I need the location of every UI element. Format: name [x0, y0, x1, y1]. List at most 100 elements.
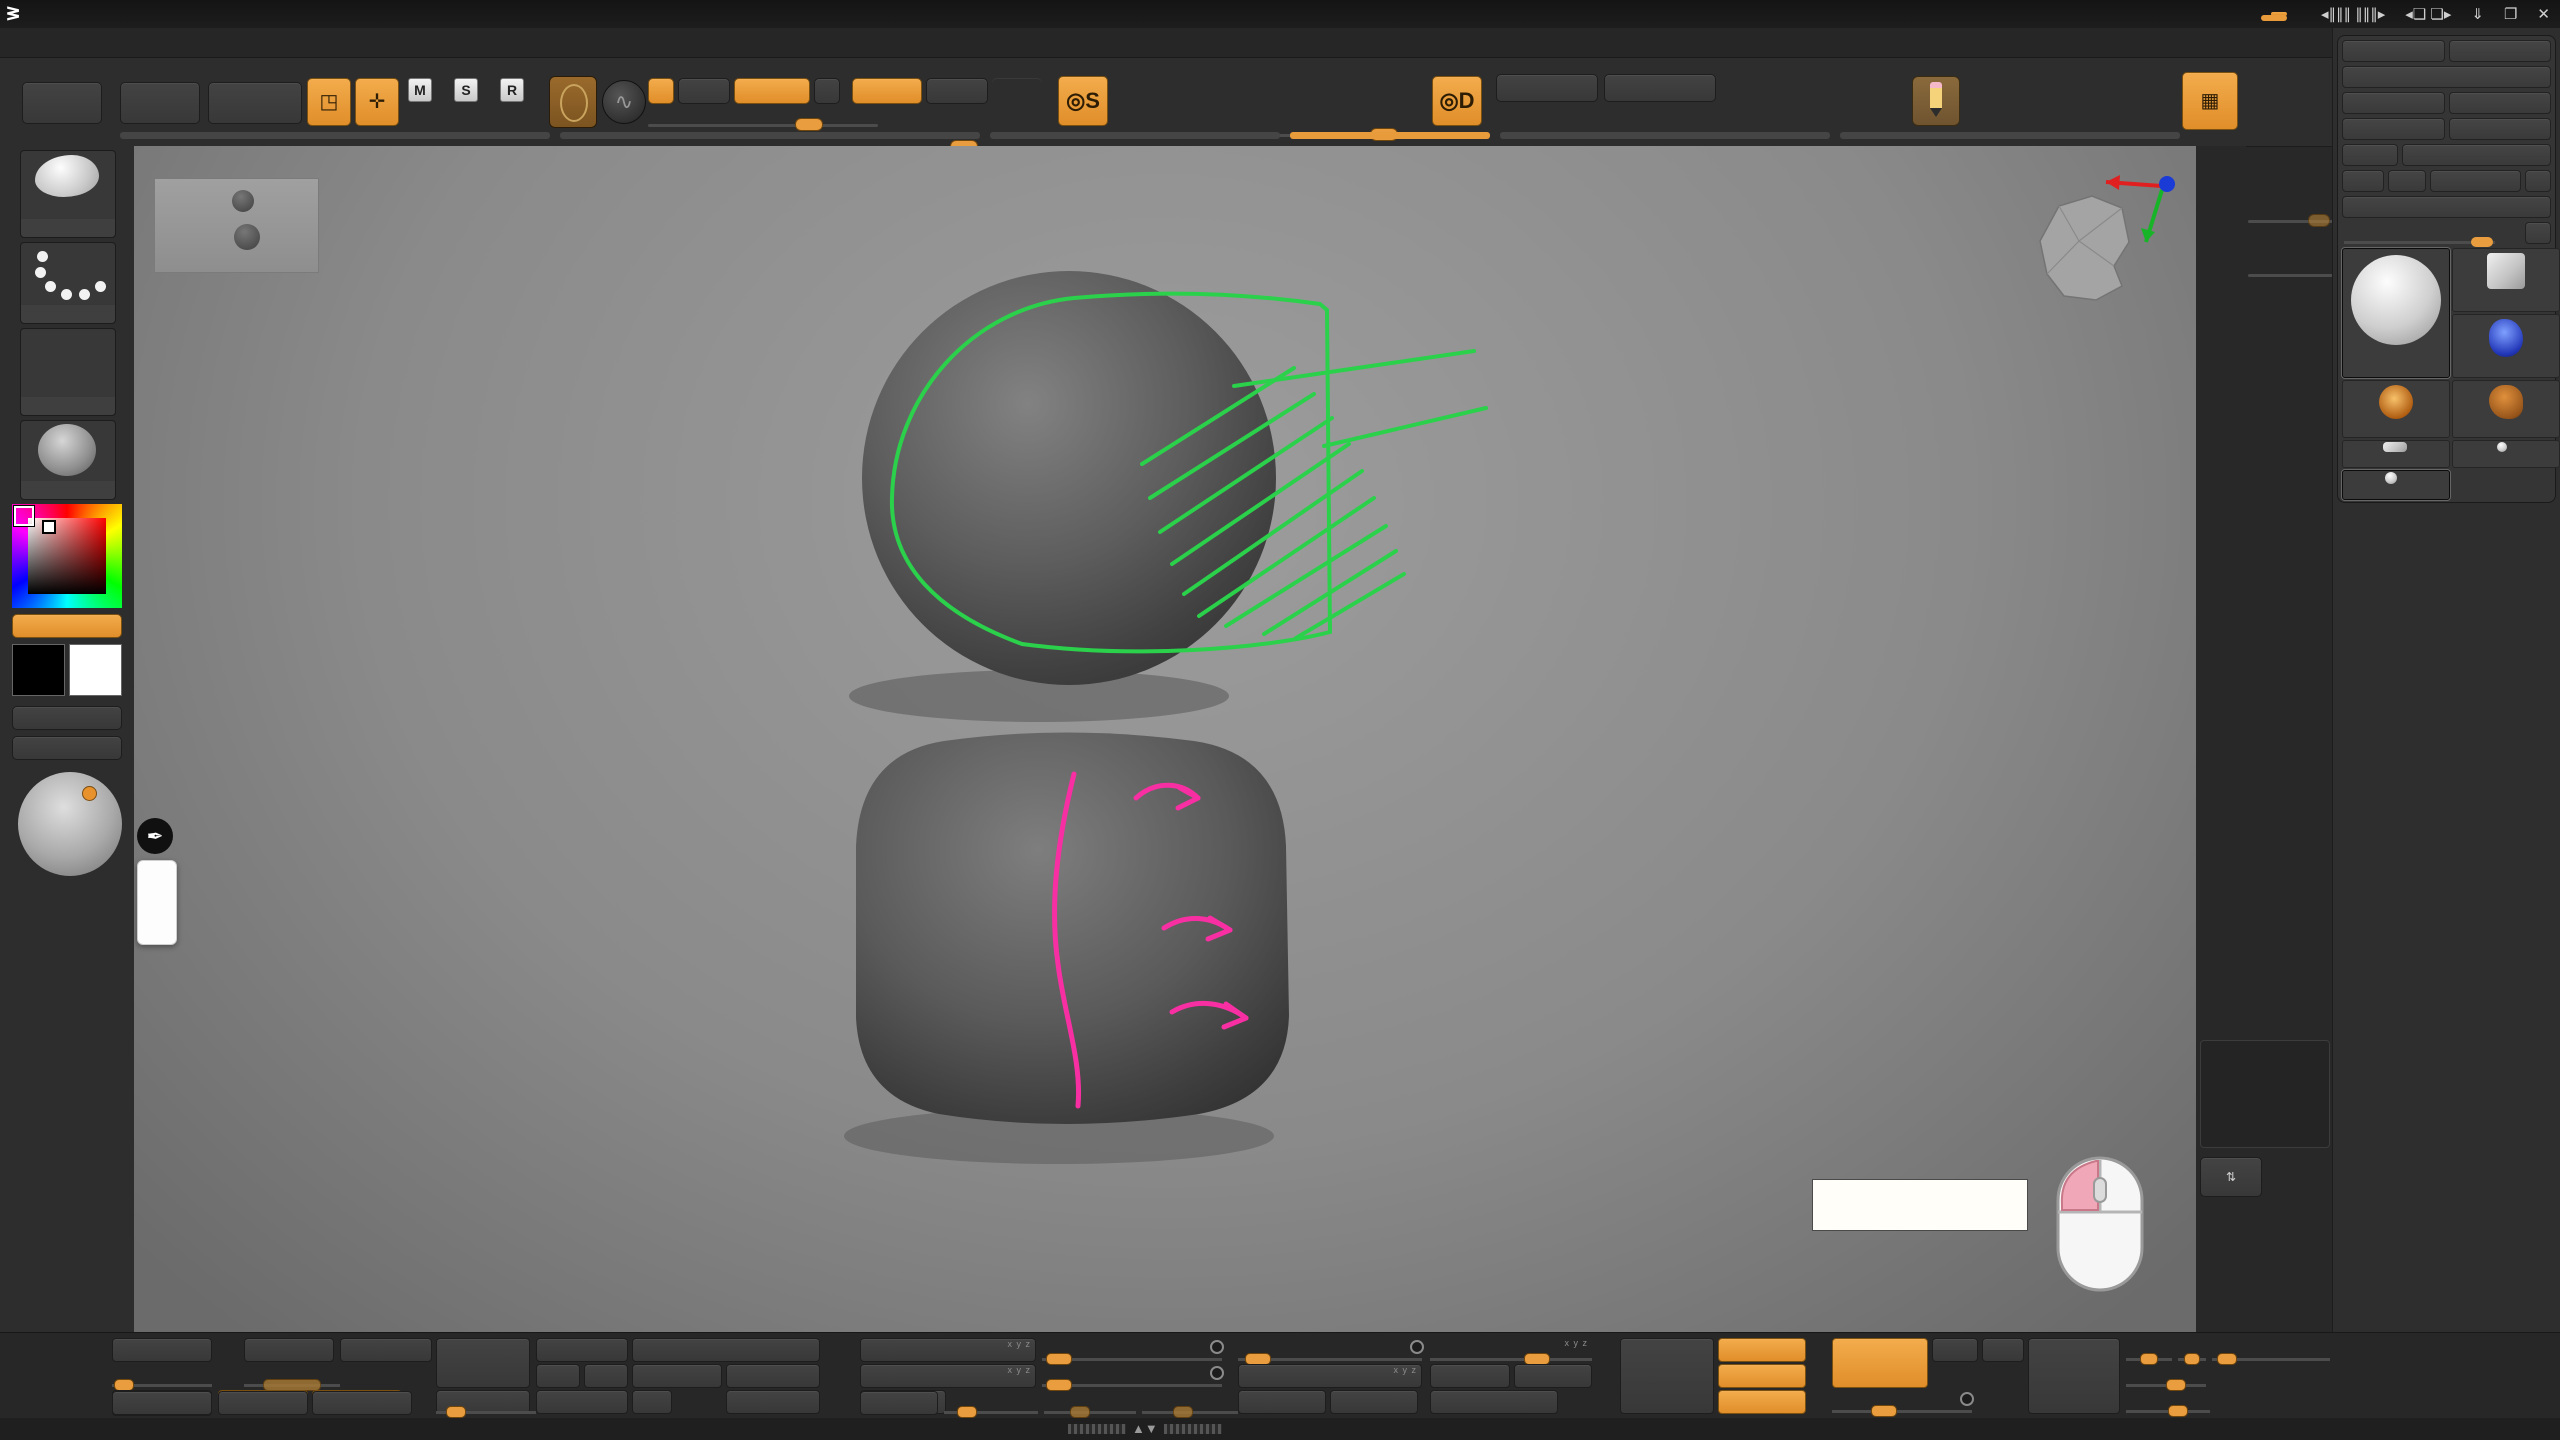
- goz-button[interactable]: [2342, 170, 2384, 192]
- m-button[interactable]: [814, 78, 840, 104]
- double-button[interactable]: [726, 1390, 820, 1414]
- rotate-button[interactable]: R: [500, 78, 524, 104]
- tray-divider[interactable]: [990, 132, 1280, 139]
- tool-r-button[interactable]: [2525, 222, 2551, 244]
- epic-pen-logo-icon[interactable]: ✒: [137, 818, 173, 854]
- tray-divider[interactable]: [560, 132, 980, 139]
- color-swatch[interactable]: [141, 881, 157, 896]
- tray-divider-active[interactable]: [1290, 132, 1490, 139]
- polish-by-groups-slider[interactable]: [1238, 1338, 1422, 1362]
- uv-button[interactable]: [632, 1390, 672, 1414]
- focal-shift-s-button[interactable]: ◎S: [1058, 76, 1108, 126]
- draw-size-d-button[interactable]: ◎D: [1432, 76, 1482, 126]
- inflate-slider[interactable]: x y z: [1430, 1338, 1592, 1362]
- dynamesh-button[interactable]: [1832, 1338, 1928, 1388]
- current-alpha-thumbnail[interactable]: [549, 76, 597, 128]
- save-as-button[interactable]: [2449, 40, 2552, 62]
- live-boolean-button[interactable]: [208, 82, 302, 124]
- texture-preview-frame[interactable]: [2200, 1040, 2330, 1148]
- surface-button[interactable]: [112, 1391, 212, 1415]
- load-tool-button[interactable]: [2342, 40, 2445, 62]
- roll-dist-slider[interactable]: [944, 1391, 1038, 1415]
- tool-thumb-active[interactable]: [2342, 248, 2450, 378]
- rgb-intensity-slider[interactable]: [648, 106, 878, 128]
- tool-thumb[interactable]: [2342, 440, 2450, 468]
- document-canvas[interactable]: ✒: [134, 146, 2196, 1332]
- polish-slider[interactable]: [1042, 1338, 1222, 1362]
- perspective-button[interactable]: ▦: [2182, 72, 2238, 130]
- color-swatch[interactable]: [141, 865, 157, 880]
- del-higher-button[interactable]: [340, 1338, 432, 1362]
- groups-button[interactable]: [1718, 1364, 1806, 1388]
- export-button[interactable]: [2449, 118, 2552, 140]
- half-button[interactable]: [536, 1364, 580, 1388]
- tool-thumb[interactable]: [2452, 440, 2560, 468]
- min-slider[interactable]: [2178, 1338, 2206, 1362]
- mrgb-button[interactable]: [678, 78, 730, 104]
- secondary-color-swatch[interactable]: [69, 644, 122, 696]
- zsub-button[interactable]: [926, 78, 988, 104]
- merge-down-button[interactable]: [536, 1390, 628, 1414]
- current-stroke-thumbnail[interactable]: ∿: [602, 80, 646, 124]
- tool-thumb[interactable]: [2342, 470, 2450, 500]
- make-polymesh3d-button[interactable]: [2402, 144, 2551, 166]
- del-mt-button[interactable]: [1330, 1390, 1418, 1414]
- goz-r-button[interactable]: [2525, 170, 2551, 192]
- close-holes-button[interactable]: [726, 1364, 820, 1388]
- rgb-button[interactable]: [734, 78, 810, 104]
- goz-all-button[interactable]: [2388, 170, 2426, 192]
- import-texture-button[interactable]: [12, 736, 122, 760]
- tray-divider[interactable]: [1840, 132, 2180, 139]
- tray-divider[interactable]: [120, 132, 550, 139]
- close-button[interactable]: ✕: [2537, 5, 2550, 23]
- import-button[interactable]: [2342, 118, 2445, 140]
- surface-slider[interactable]: [2126, 1390, 2210, 1414]
- mini-document-preview[interactable]: [154, 178, 319, 273]
- resolution-slider[interactable]: [1832, 1390, 1972, 1414]
- tool-thumb[interactable]: [2342, 380, 2450, 438]
- zcut-button[interactable]: [992, 78, 1042, 104]
- tray-scroll-hatch[interactable]: [1164, 1424, 1222, 1434]
- current-color-swatch[interactable]: [141, 913, 173, 941]
- goz-visible-button[interactable]: [2430, 170, 2521, 192]
- minimize-button[interactable]: ⇓: [2471, 5, 2484, 23]
- tray-divider[interactable]: [1500, 132, 1830, 139]
- color-swatch[interactable]: [157, 897, 173, 912]
- tray-scroll-hatch[interactable]: [1068, 1424, 1126, 1434]
- tray-scroll-arrows[interactable]: ▲▼: [1132, 1421, 1158, 1436]
- sdiv-slider[interactable]: [244, 1364, 340, 1388]
- load-tools-from-project-button[interactable]: [2342, 66, 2551, 88]
- same-button[interactable]: [584, 1364, 628, 1388]
- saturation-value-square[interactable]: [28, 518, 106, 594]
- tablet-pressure-icon[interactable]: ◂∥∥∥ ∥∥∥▸: [2321, 5, 2385, 23]
- tool-thumb[interactable]: [2452, 248, 2560, 312]
- uv-groups-button[interactable]: [1514, 1364, 1592, 1388]
- restore-button[interactable]: ❐: [2504, 5, 2517, 23]
- current-brush-thumbnail[interactable]: [20, 150, 116, 238]
- layout-icons[interactable]: ◂❏ ❏▸: [2405, 5, 2451, 23]
- zadd-button[interactable]: [852, 78, 922, 104]
- freeze-border-button[interactable]: [536, 1338, 628, 1362]
- max-slider[interactable]: [2126, 1338, 2172, 1362]
- colorize-button[interactable]: [1430, 1390, 1558, 1414]
- mask-by-feature-button[interactable]: [1620, 1338, 1714, 1414]
- dynamesh-polish-button[interactable]: [1982, 1338, 2024, 1362]
- lazy-radius-slider[interactable]: [1142, 1391, 1238, 1415]
- accu-curve-button[interactable]: [218, 1391, 308, 1415]
- color-swatch[interactable]: [141, 897, 157, 912]
- draw-button[interactable]: ✛: [355, 78, 399, 126]
- flip-v-button[interactable]: ⇅: [2200, 1157, 2262, 1197]
- del-lower-button[interactable]: [244, 1338, 334, 1362]
- mirror-and-weld-button[interactable]: [632, 1338, 820, 1362]
- gravity-pencil-icon[interactable]: [1912, 76, 1960, 126]
- split-screen-slider[interactable]: [2212, 1338, 2330, 1362]
- dynamesh-groups-button[interactable]: [1932, 1338, 1978, 1362]
- scale-button[interactable]: S: [454, 78, 478, 104]
- unify-button[interactable]: x y z: [860, 1338, 1036, 1362]
- edge-slider[interactable]: [2126, 1364, 2206, 1388]
- polish-by-features-slider[interactable]: [1042, 1364, 1222, 1388]
- lightbox-button[interactable]: [120, 82, 200, 124]
- active-tool-slider[interactable]: [2342, 222, 2521, 244]
- color-swatch[interactable]: [157, 865, 173, 880]
- paste-tool-button[interactable]: [2449, 92, 2552, 114]
